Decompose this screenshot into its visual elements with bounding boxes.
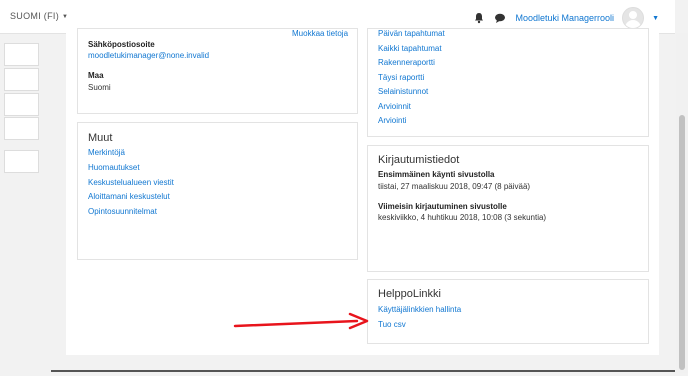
report-link-complete[interactable]: Täysi raportti xyxy=(378,73,424,82)
last-access-label: Viimeisin kirjautuminen sivustolle xyxy=(378,202,507,211)
last-access-value: keskiviikko, 4 huhtikuu 2018, 10:08 (3 s… xyxy=(378,213,547,222)
first-access-value: tiistai, 27 maaliskuu 2018, 09:47 (8 päi… xyxy=(378,182,531,191)
language-menu[interactable]: SUOMI (FI) ▼ xyxy=(10,11,68,21)
login-activity-title: Kirjautumistiedot xyxy=(378,154,460,166)
navbar-user-area: Moodletuki Managerrooli ▼ xyxy=(473,7,659,29)
country-value: Suomi xyxy=(88,83,111,92)
bell-icon[interactable] xyxy=(473,12,485,24)
drawer-item[interactable] xyxy=(4,93,39,116)
email-link[interactable]: moodletukimanager@none.invalid xyxy=(88,51,209,60)
import-csv-link[interactable]: Tuo csv xyxy=(378,320,406,329)
drawer-item[interactable] xyxy=(4,43,39,66)
report-link-browser-sessions[interactable]: Selainistunnot xyxy=(378,87,428,96)
scrollbar-thumb[interactable] xyxy=(679,115,685,370)
chat-icon[interactable] xyxy=(494,12,506,24)
email-label: Sähköpostiosoite xyxy=(88,40,155,49)
edit-profile-link[interactable]: Muokkaa tietoja xyxy=(292,29,348,38)
misc-link-discussions[interactable]: Aloittamani keskustelut xyxy=(88,192,170,201)
footer-divider xyxy=(51,370,675,372)
drawer-item[interactable] xyxy=(4,68,39,91)
report-link-grades[interactable]: Arvioinnit xyxy=(378,102,411,111)
report-link-grade[interactable]: Arviointi xyxy=(378,116,406,125)
chevron-down-icon[interactable]: ▼ xyxy=(652,15,659,22)
first-access-label: Ensimmäinen käynti sivustolla xyxy=(378,170,495,179)
misc-link-notifications[interactable]: Huomautukset xyxy=(88,163,140,172)
misc-link-forum-posts[interactable]: Keskustelualueen viestit xyxy=(88,178,174,187)
reports-card: Päivän tapahtumat Kaikki tapahtumat Rake… xyxy=(367,28,649,137)
report-link-todays-logs[interactable]: Päivän tapahtumat xyxy=(378,29,445,38)
language-label: SUOMI (FI) xyxy=(10,11,59,21)
country-label: Maa xyxy=(88,71,104,80)
misc-card: Muut Merkintöjä Huomautukset Keskustelua… xyxy=(77,122,358,260)
misc-title: Muut xyxy=(88,132,113,144)
misc-link-notes[interactable]: Merkintöjä xyxy=(88,148,125,157)
page-scrollbar[interactable] xyxy=(676,33,688,373)
report-link-all-logs[interactable]: Kaikki tapahtumat xyxy=(378,44,442,53)
nav-drawer xyxy=(0,33,40,373)
easylink-title: HelppoLinkki xyxy=(378,288,441,300)
misc-link-learning-plans[interactable]: Opintosuunnitelmat xyxy=(88,207,157,216)
user-name-link[interactable]: Moodletuki Managerrooli xyxy=(516,13,615,23)
easylink-manage-link[interactable]: Käyttäjälinkkien hallinta xyxy=(378,305,461,314)
drawer-item[interactable] xyxy=(4,117,39,140)
easylink-card: HelppoLinkki Käyttäjälinkkien hallinta T… xyxy=(367,279,649,344)
caret-down-icon: ▼ xyxy=(62,14,69,20)
login-activity-card: Kirjautumistiedot Ensimmäinen käynti siv… xyxy=(367,145,649,272)
page-content: Muokkaa tietoja Sähköpostiosoite moodlet… xyxy=(66,28,659,355)
contact-card: Muokkaa tietoja Sähköpostiosoite moodlet… xyxy=(77,28,358,114)
drawer-item[interactable] xyxy=(4,150,39,173)
avatar[interactable] xyxy=(622,7,645,29)
report-link-outline[interactable]: Rakenneraportti xyxy=(378,58,435,67)
